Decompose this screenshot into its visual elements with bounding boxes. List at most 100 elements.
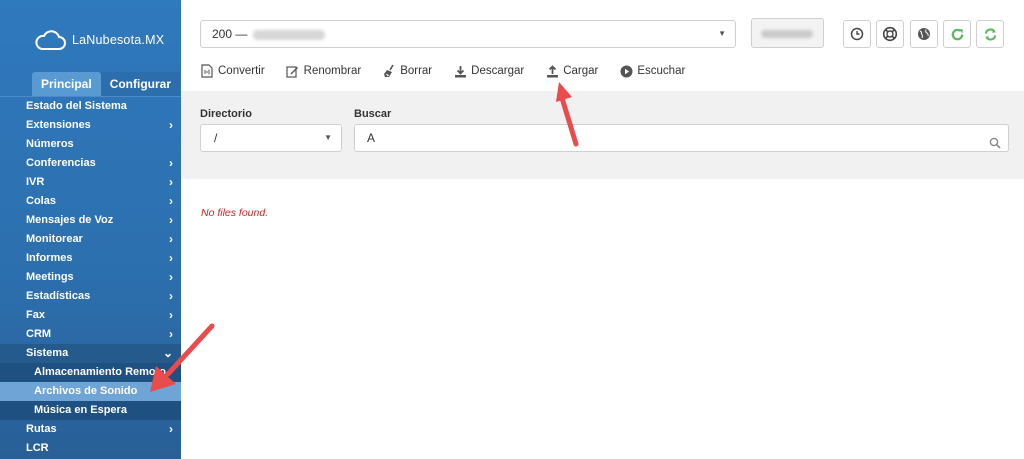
brand-logo[interactable]: LaNubesota.MX	[34, 26, 174, 54]
directory-select[interactable]: / ▼	[200, 124, 342, 152]
sync-icon	[984, 27, 996, 41]
filter-bar: Directorio Buscar / ▼ A	[181, 91, 1024, 179]
download-label: Descargar	[471, 65, 525, 77]
search-label: Buscar	[354, 108, 392, 120]
app-window: LaNubesota.MX Principal Configurar Estad…	[0, 0, 1024, 459]
extension-select-value: 200 —	[212, 27, 248, 41]
upload-icon	[545, 64, 559, 78]
sidebar: LaNubesota.MX Principal Configurar Estad…	[0, 0, 181, 459]
search-icon[interactable]	[989, 132, 1001, 158]
chevron-right-icon: ›	[169, 308, 173, 322]
file-toolbar: Convertir Renombrar Borrar Descargar Car…	[200, 62, 706, 80]
sidebar-subitem-archivos-de-sonido[interactable]: Archivos de Sonido	[0, 382, 181, 401]
sync-button[interactable]	[976, 20, 1004, 48]
sidebar-item-label: Números	[26, 138, 74, 150]
play-circle-icon	[619, 64, 633, 78]
download-button[interactable]: Descargar	[453, 64, 524, 78]
tab-principal[interactable]: Principal	[32, 72, 101, 96]
directory-label: Directorio	[200, 108, 252, 120]
clock-icon	[850, 27, 864, 41]
sidebar-item-label: Fax	[26, 309, 45, 321]
caret-down-icon: ▼	[718, 29, 726, 38]
sidebar-item-label: Monitorear	[26, 233, 83, 245]
convert-label: Convertir	[218, 65, 265, 77]
sidebar-item-colas[interactable]: Colas ›	[0, 192, 181, 211]
chevron-right-icon: ›	[169, 213, 173, 227]
extension-select[interactable]: 200 — ▼	[200, 20, 736, 48]
sidebar-item-label: LCR	[26, 442, 49, 454]
sidebar-item-label: Extensiones	[26, 119, 91, 131]
support-icon	[882, 26, 898, 42]
chevron-right-icon: ›	[169, 194, 173, 208]
sidebar-item-meetings[interactable]: Meetings ›	[0, 268, 181, 287]
main-content: 200 — ▼ Convertir Renombrar Borrar Desca…	[181, 0, 1024, 459]
sidebar-item-label: Informes	[26, 252, 73, 264]
blurred-text	[253, 29, 326, 40]
download-icon	[453, 64, 467, 78]
sidebar-item-extensiones[interactable]: Extensiones ›	[0, 116, 181, 135]
refresh-button[interactable]	[943, 20, 971, 48]
chevron-right-icon: ›	[169, 156, 173, 170]
chevron-right-icon: ›	[169, 175, 173, 189]
cloud-icon	[35, 30, 66, 50]
delete-label: Borrar	[400, 65, 433, 77]
listen-button[interactable]: Escuchar	[619, 64, 685, 78]
sidebar-item-monitorear[interactable]: Monitorear ›	[0, 230, 181, 249]
sidebar-item-conferencias[interactable]: Conferencias ›	[0, 154, 181, 173]
listen-label: Escuchar	[637, 65, 686, 77]
sidebar-item-label: Estadísticas	[26, 290, 91, 302]
search-input-value: A	[367, 131, 376, 145]
refresh-icon	[951, 28, 963, 40]
support-button[interactable]	[876, 20, 904, 48]
chevron-right-icon: ›	[169, 232, 173, 246]
chevron-right-icon: ›	[169, 251, 173, 265]
directory-select-value: /	[214, 131, 218, 145]
chevron-down-icon: ⌄	[162, 346, 173, 360]
sidebar-item-label: Rutas	[26, 423, 57, 435]
sidebar-item-label: Mensajes de Voz	[26, 214, 114, 226]
chevron-right-icon: ›	[169, 327, 173, 341]
edit-icon	[286, 64, 300, 78]
blurred-button[interactable]	[751, 18, 824, 48]
sidebar-item-sistema[interactable]: Sistema ⌄	[0, 344, 181, 363]
brand-name: LaNubesota.MX	[72, 33, 165, 47]
upload-button[interactable]: Cargar	[545, 64, 598, 78]
sidebar-item-label: Meetings	[26, 271, 74, 283]
sidebar-item-fax[interactable]: Fax ›	[0, 306, 181, 325]
blurred-text	[761, 30, 813, 38]
audio-file-icon	[200, 64, 214, 78]
chevron-right-icon: ›	[169, 270, 173, 284]
sidebar-item-ivr[interactable]: IVR ›	[0, 173, 181, 192]
rename-label: Renombrar	[303, 65, 362, 77]
sidebar-item-crm[interactable]: CRM ›	[0, 325, 181, 344]
caret-down-icon: ▼	[324, 133, 332, 142]
sidebar-item-estadisticas[interactable]: Estadísticas ›	[0, 287, 181, 306]
sidebar-item-label: CRM	[26, 328, 52, 340]
broom-icon	[382, 64, 396, 78]
sidebar-item-numeros[interactable]: Números	[0, 135, 181, 154]
search-input[interactable]: A	[354, 124, 1009, 152]
chevron-right-icon: ›	[169, 118, 173, 132]
sidebar-item-lcr[interactable]: LCR	[0, 439, 181, 458]
sidebar-item-label: IVR	[26, 176, 45, 188]
sidebar-item-estado-del-sistema[interactable]: Estado del Sistema	[0, 97, 181, 116]
clock-button[interactable]	[843, 20, 871, 48]
sidebar-item-rutas[interactable]: Rutas ›	[0, 420, 181, 439]
sidebar-item-label: Conferencias	[26, 157, 96, 169]
chevron-right-icon: ›	[169, 289, 173, 303]
rename-button[interactable]: Renombrar	[286, 64, 362, 78]
sidebar-tabs: Principal Configurar	[32, 72, 181, 96]
sidebar-item-label: Estado del Sistema	[26, 100, 127, 112]
sidebar-subitem-almacenamiento-remoto[interactable]: Almacenamiento Remoto	[0, 363, 181, 382]
sidebar-item-informes[interactable]: Informes ›	[0, 249, 181, 268]
convert-button[interactable]: Convertir	[200, 64, 265, 78]
delete-button[interactable]: Borrar	[382, 64, 432, 78]
empty-results-message: No files found.	[201, 207, 269, 219]
globe-button[interactable]	[910, 20, 938, 48]
tab-configurar[interactable]: Configurar	[100, 72, 181, 96]
sidebar-item-label: Sistema	[26, 347, 69, 359]
sidebar-item-label: Colas	[26, 195, 56, 207]
sidebar-subitem-musica-en-espera[interactable]: Música en Espera	[0, 401, 181, 420]
globe-icon	[918, 28, 930, 40]
sidebar-item-mensajes-de-voz[interactable]: Mensajes de Voz ›	[0, 211, 181, 230]
